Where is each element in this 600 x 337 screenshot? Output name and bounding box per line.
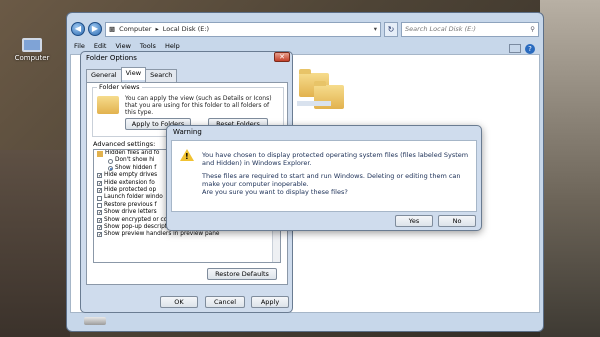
warning-message: These files are required to start and ru… <box>202 172 461 188</box>
folder-views-icon <box>97 96 119 114</box>
computer-icon <box>22 38 42 52</box>
folder-label <box>297 101 331 106</box>
view-options-icon[interactable] <box>509 44 521 53</box>
warning-message: You have chosen to display protected ope… <box>202 151 469 167</box>
advanced-setting-label: Hide protected op <box>104 186 157 193</box>
warning-icon: ! <box>180 149 194 161</box>
search-placeholder: Search Local Disk (E:) <box>405 24 476 33</box>
checkbox[interactable]: ✓ <box>97 188 102 194</box>
search-icon: ⚲ <box>530 24 535 33</box>
warning-text: You have chosen to display protected ope… <box>202 151 472 201</box>
yes-button[interactable]: Yes <box>395 215 433 227</box>
chevron-down-icon[interactable]: ▾ <box>374 25 377 33</box>
checkbox[interactable]: ✓ <box>97 225 102 231</box>
checkbox[interactable] <box>97 195 102 201</box>
apply-button[interactable]: Apply <box>251 296 289 308</box>
advanced-setting-label: Hide extension fo <box>104 179 155 186</box>
advanced-settings-label: Advanced settings: <box>93 140 156 148</box>
folder-views-description: You can apply the view (such as Details … <box>125 95 272 116</box>
help-icon[interactable]: ? <box>525 44 535 54</box>
address-crumb-disk[interactable]: Local Disk (E:) <box>163 25 209 33</box>
tab-general[interactable]: General <box>86 69 122 82</box>
advanced-setting-item[interactable]: ✓ Show preview handlers in preview pane <box>94 231 280 238</box>
advanced-setting-label: Show drive letters <box>104 209 157 216</box>
checkbox[interactable]: ✓ <box>97 210 102 216</box>
drive-icon <box>84 317 106 325</box>
dialog-title: Warning <box>173 128 202 136</box>
checkbox[interactable] <box>97 202 102 208</box>
address-bar[interactable]: ▩ Computer ▸ Local Disk (E:) ▾ <box>105 21 381 37</box>
checkbox[interactable]: ✓ <box>97 232 102 238</box>
tab-view[interactable]: View <box>120 67 147 80</box>
advanced-setting-label: Don't show hi <box>115 157 155 164</box>
warning-body: ! You have chosen to display protected o… <box>171 140 477 212</box>
desktop-icon-computer[interactable]: Computer <box>12 38 52 62</box>
ok-button[interactable]: OK <box>160 296 198 308</box>
search-input[interactable]: Search Local Disk (E:) ⚲ <box>401 21 539 37</box>
back-button[interactable]: ◀ <box>71 22 85 36</box>
advanced-setting-label: Restore previous f <box>104 201 157 208</box>
drive-icon: ▩ <box>109 25 116 33</box>
chevron-right-icon: ▸ <box>155 25 159 33</box>
cancel-button[interactable]: Cancel <box>205 296 245 308</box>
radio-button[interactable] <box>108 158 113 164</box>
folder-views-legend: Folder views <box>97 83 142 91</box>
desktop-background-sofa <box>0 150 70 337</box>
tab-bar: General View Search <box>86 67 178 82</box>
address-crumb-computer[interactable]: Computer <box>119 25 151 33</box>
warning-dialog: Warning ! You have chosen to display pro… <box>166 125 482 231</box>
forward-button[interactable]: ▶ <box>88 22 102 36</box>
advanced-setting-label: Show hidden f <box>115 164 157 171</box>
dialog-title: Folder Options <box>86 54 137 62</box>
refresh-button[interactable]: ↻ <box>384 21 398 37</box>
checkbox[interactable]: ✓ <box>97 180 102 186</box>
restore-defaults-button[interactable]: Restore Defaults <box>207 268 277 280</box>
no-button[interactable]: No <box>438 215 476 227</box>
advanced-setting-label: Hide empty drives <box>104 172 158 179</box>
desktop-icon-label: Computer <box>14 54 50 62</box>
radio-button[interactable] <box>108 165 113 171</box>
advanced-setting-label: Launch folder windo <box>104 194 163 201</box>
desktop-background-cat <box>540 0 600 337</box>
warning-question: Are you sure you want to display these f… <box>202 188 348 196</box>
folder-icon <box>97 150 103 157</box>
advanced-setting-label: Show preview handlers in preview pane <box>104 231 220 238</box>
details-pane <box>70 314 540 328</box>
explorer-toolbar: ◀ ▶ ▩ Computer ▸ Local Disk (E:) ▾ ↻ Sea… <box>71 18 539 40</box>
checkbox[interactable]: ✓ <box>97 217 102 223</box>
checkbox[interactable]: ✓ <box>97 173 102 179</box>
tab-search[interactable]: Search <box>145 69 178 82</box>
advanced-setting-label: Hidden files and fo <box>105 150 160 156</box>
close-button[interactable]: ✕ <box>274 52 290 62</box>
